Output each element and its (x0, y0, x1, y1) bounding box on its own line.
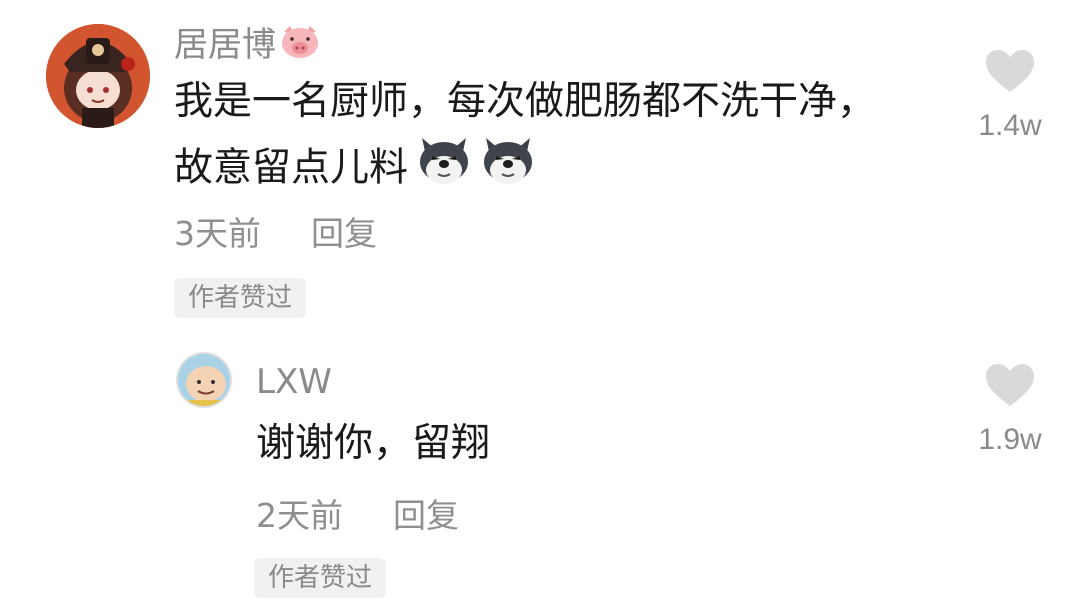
username[interactable]: 居居博 (174, 24, 322, 69)
comment-text: 我是一名厨师，每次做肥肠都不洗干净，故意留点儿料 (174, 70, 894, 206)
avatar[interactable] (176, 352, 232, 408)
comment-meta: 3天前 回复 (174, 214, 377, 254)
reply-text-body: 谢谢你，留翔 (256, 421, 491, 466)
heart-icon (986, 364, 1034, 406)
username-text: 居居博 (174, 25, 276, 65)
timestamp: 2天前 (256, 496, 343, 535)
reply-text: 谢谢你，留翔 (256, 412, 916, 476)
dog-face-icon (416, 134, 472, 206)
like-count: 1.4w (978, 109, 1042, 142)
username-text: LXW (256, 362, 332, 402)
author-liked-badge: 作者赞过 (174, 278, 307, 318)
reply-button[interactable]: 回复 (393, 496, 459, 535)
username[interactable]: LXW (256, 362, 332, 402)
author-liked-badge: 作者赞过 (254, 558, 387, 598)
pig-face-icon (278, 24, 322, 69)
reply-meta: 2天前 回复 (256, 496, 459, 536)
cartoon-avatar-icon (178, 354, 230, 406)
like-button[interactable]: 1.4w (960, 48, 1060, 144)
like-button[interactable]: 1.9w (960, 362, 1060, 458)
timestamp: 3天前 (174, 214, 261, 253)
reply-button[interactable]: 回复 (311, 214, 377, 253)
like-count: 1.9w (978, 423, 1042, 456)
heart-icon (986, 50, 1034, 92)
avatar[interactable] (46, 24, 150, 128)
dog-face-icon (480, 134, 536, 206)
anime-avatar-icon (46, 24, 150, 128)
